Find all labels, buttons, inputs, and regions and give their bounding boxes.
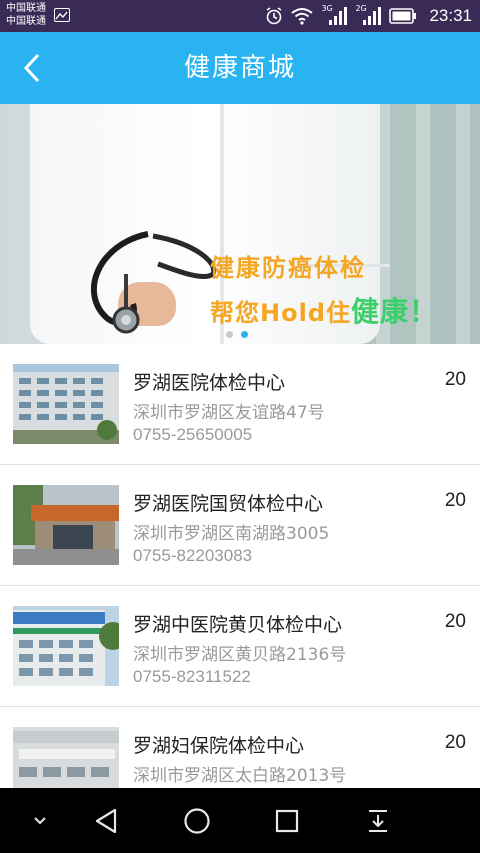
nav-back-button[interactable] <box>84 788 128 853</box>
recents-square-icon <box>275 809 299 832</box>
banner-slogan-prefix: 帮您Hold住 <box>210 299 351 327</box>
nav-recents-button[interactable] <box>265 788 309 853</box>
clinic-address: 深圳市罗湖区黄贝路2136号 <box>133 645 347 665</box>
gallery-icon <box>54 8 70 22</box>
list-item[interactable]: 罗湖医院体检中心 深圳市罗湖区友谊路47号 0755-25650005 20 <box>0 344 480 465</box>
notification-pull-icon <box>369 809 387 832</box>
nav-notification-button[interactable] <box>356 788 400 853</box>
clinic-price: 20 <box>444 369 466 390</box>
signal-2g-icon: 2G <box>355 4 382 26</box>
clinic-price: 20 <box>444 490 466 511</box>
clinic-list: 罗湖医院体检中心 深圳市罗湖区友谊路47号 0755-25650005 20 罗… <box>0 344 480 828</box>
clinic-phone: 0755-82311522 <box>133 667 251 686</box>
alarm-icon <box>267 7 282 25</box>
list-item[interactable]: 罗湖医院国贸体检中心 深圳市罗湖区南湖路3005 0755-82203083 2… <box>0 465 480 586</box>
clinic-name: 罗湖中医院黄贝体检中心 <box>133 614 343 636</box>
signal-3g-icon: 3G <box>321 4 348 26</box>
list-item[interactable]: 罗湖中医院黄贝体检中心 深圳市罗湖区黄贝路2136号 0755-82311522… <box>0 586 480 707</box>
back-triangle-icon <box>95 808 117 833</box>
carrier-1-label: 中国联通 <box>6 3 46 14</box>
battery-icon <box>389 8 417 24</box>
carrier-labels: 中国联通 中国联通 <box>6 2 46 28</box>
clinic-price: 20 <box>444 611 466 632</box>
clinic-address: 深圳市罗湖区南湖路3005 <box>133 524 330 544</box>
wifi-icon <box>291 8 314 25</box>
pagination-dot-active[interactable] <box>241 331 248 338</box>
system-nav-bar <box>0 788 480 853</box>
nav-home-button[interactable] <box>175 788 219 853</box>
clinic-name: 罗湖妇保院体检中心 <box>133 735 305 757</box>
clinic-address: 深圳市罗湖区太白路2013号 <box>133 766 347 786</box>
banner-slogan-line2: 帮您Hold住健康！ <box>210 290 438 330</box>
collapse-button[interactable] <box>20 788 60 853</box>
pagination-dot[interactable] <box>226 331 233 338</box>
clinic-address: 深圳市罗湖区友谊路47号 <box>133 403 325 423</box>
clinic-name: 罗湖医院国贸体检中心 <box>133 493 324 515</box>
clinic-thumbnail <box>13 485 119 565</box>
clinic-thumbnail <box>13 364 119 444</box>
app-header: 健康商城 <box>0 32 480 104</box>
clock: 23:31 <box>429 6 472 25</box>
clinic-phone: 0755-82203083 <box>133 546 253 565</box>
carrier-2-label: 中国联通 <box>6 16 46 27</box>
status-bar: 中国联通 中国联通 3G 2G 23:31 <box>0 0 480 32</box>
clinic-phone: 0755-25650005 <box>133 425 253 444</box>
clinic-price: 20 <box>444 732 466 753</box>
page-title: 健康商城 <box>183 53 296 83</box>
banner-pagination <box>226 331 248 338</box>
clinic-name: 罗湖医院体检中心 <box>133 372 286 394</box>
stethoscope-icon <box>90 231 217 334</box>
banner-slogan-highlight: 健康！ <box>350 295 438 328</box>
home-circle-icon <box>184 807 210 834</box>
clinic-thumbnail <box>13 606 119 686</box>
promo-banner[interactable]: 健康防癌体检 帮您Hold住健康！ <box>0 104 480 344</box>
banner-slogan-line1: 健康防癌体检 <box>210 254 366 282</box>
collapse-icon <box>34 816 46 824</box>
